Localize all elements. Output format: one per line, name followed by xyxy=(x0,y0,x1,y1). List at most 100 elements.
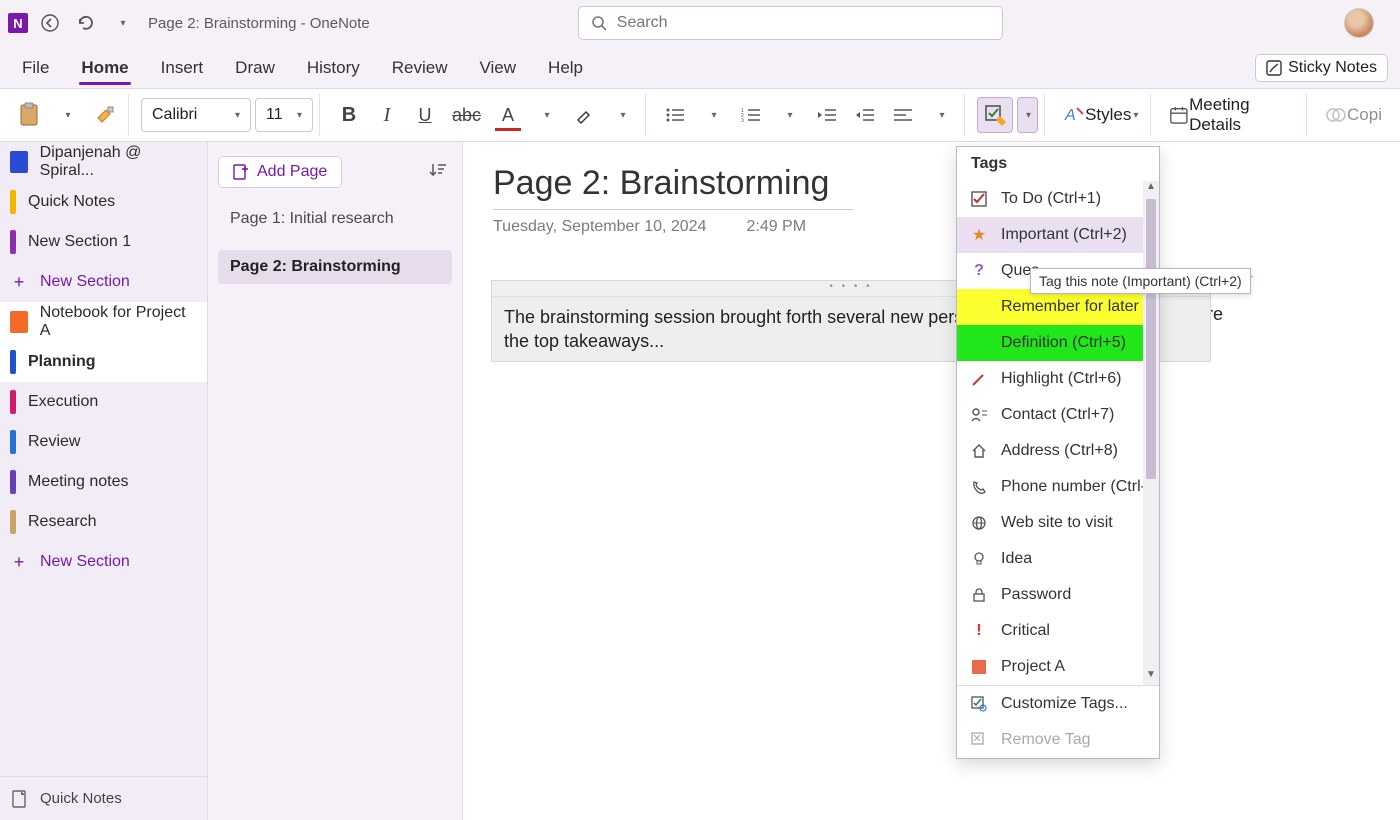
new-section-button-2[interactable]: + New Section xyxy=(0,542,207,582)
tag-address[interactable]: Address (Ctrl+8) xyxy=(957,433,1159,469)
tab-file[interactable]: File xyxy=(6,50,65,88)
clipboard-icon xyxy=(18,102,40,128)
tags-dropdown-popup: Tags To Do (Ctrl+1) ★Important (Ctrl+2) … xyxy=(956,146,1160,759)
undo-button[interactable] xyxy=(72,9,100,37)
customize-tags[interactable]: Customize Tags... xyxy=(957,686,1159,722)
tab-draw[interactable]: Draw xyxy=(219,50,291,88)
copilot-button[interactable]: Copi xyxy=(1319,97,1388,133)
tab-home[interactable]: Home xyxy=(65,50,144,88)
customize-icon xyxy=(969,694,989,714)
bold-button[interactable]: B xyxy=(332,97,366,133)
notebook-icon xyxy=(10,311,28,333)
format-painter-button[interactable] xyxy=(88,97,122,133)
tag-label: Critical xyxy=(1001,622,1050,640)
section-quick-notes[interactable]: Quick Notes xyxy=(0,182,207,222)
scroll-up-icon[interactable]: ▲ xyxy=(1146,181,1156,197)
font-color-dropdown[interactable]: ▾ xyxy=(529,97,563,133)
user-avatar[interactable] xyxy=(1344,8,1374,38)
tags-button[interactable] xyxy=(977,97,1013,133)
tag-critical[interactable]: !Critical xyxy=(957,613,1159,649)
italic-button[interactable]: I xyxy=(370,97,404,133)
page-canvas[interactable]: Page 2: Brainstorming Tuesday, September… xyxy=(463,142,1400,820)
sort-pages-button[interactable] xyxy=(424,156,452,184)
section-review[interactable]: Review xyxy=(0,422,207,462)
copilot-label: Copi xyxy=(1347,105,1382,125)
page-icon xyxy=(12,790,28,808)
search-box[interactable] xyxy=(578,6,1003,40)
back-button[interactable] xyxy=(36,9,64,37)
section-planning[interactable]: Planning xyxy=(0,342,207,382)
notebook-project-a[interactable]: Notebook for Project A xyxy=(0,302,207,342)
tag-definition[interactable]: Definition (Ctrl+5) xyxy=(957,325,1159,361)
font-size-select[interactable]: 11▾ xyxy=(255,98,313,132)
section-label: Quick Notes xyxy=(28,193,115,211)
font-name-select[interactable]: Calibri▾ xyxy=(141,98,251,132)
account-notebook[interactable]: Dipanjenah @ Spiral... xyxy=(0,142,207,182)
page-title[interactable]: Page 2: Brainstorming xyxy=(493,164,1370,203)
tags-dropdown[interactable]: ▾ xyxy=(1017,97,1038,133)
tag-remember[interactable]: Remember for later xyxy=(957,289,1159,325)
tag-highlight[interactable]: Highlight (Ctrl+6) xyxy=(957,361,1159,397)
tags-scrollbar[interactable]: ▲ ▼ xyxy=(1143,181,1159,685)
tab-help[interactable]: Help xyxy=(532,50,599,88)
tag-phone[interactable]: Phone number (Ctrl- xyxy=(957,469,1159,505)
highlight-button[interactable] xyxy=(567,97,601,133)
tag-important[interactable]: ★Important (Ctrl+2) xyxy=(957,217,1159,253)
page-item-2[interactable]: Page 2: Brainstorming xyxy=(218,250,452,284)
page-time: 2:49 PM xyxy=(746,218,806,236)
search-input[interactable] xyxy=(617,14,990,32)
align-dropdown[interactable]: ▾ xyxy=(924,97,958,133)
section-execution[interactable]: Execution xyxy=(0,382,207,422)
styles-icon: A xyxy=(1063,104,1085,126)
numbering-button[interactable]: 123 xyxy=(734,97,768,133)
tags-scroll-area: To Do (Ctrl+1) ★Important (Ctrl+2) ?Ques… xyxy=(957,181,1159,685)
tag-idea[interactable]: Idea xyxy=(957,541,1159,577)
square-icon xyxy=(969,657,989,677)
meeting-details-button[interactable]: Meeting Details xyxy=(1163,97,1300,133)
tag-label: Project A xyxy=(1001,658,1065,676)
quick-notes-footer[interactable]: Quick Notes xyxy=(0,776,207,820)
tag-website[interactable]: Web site to visit xyxy=(957,505,1159,541)
customize-label: Customize Tags... xyxy=(1001,695,1128,713)
qat-customize-button[interactable]: ▾ xyxy=(108,9,136,37)
numbering-dropdown[interactable]: ▾ xyxy=(772,97,806,133)
bullets-dropdown[interactable]: ▾ xyxy=(696,97,730,133)
page-list-panel: Add Page Page 1: Initial research Page 2… xyxy=(208,142,463,820)
add-page-button[interactable]: Add Page xyxy=(218,156,342,188)
outdent-icon xyxy=(817,107,837,123)
section-new-section-1[interactable]: New Section 1 xyxy=(0,222,207,262)
paste-button[interactable] xyxy=(12,97,46,133)
scroll-down-icon[interactable]: ▼ xyxy=(1146,669,1156,685)
outdent-button[interactable] xyxy=(810,97,844,133)
tag-todo[interactable]: To Do (Ctrl+1) xyxy=(957,181,1159,217)
align-button[interactable] xyxy=(886,97,920,133)
tag-label: Important (Ctrl+2) xyxy=(1001,226,1127,244)
sticky-notes-button[interactable]: Sticky Notes xyxy=(1255,54,1388,82)
tab-review[interactable]: Review xyxy=(376,50,464,88)
section-color xyxy=(10,510,16,534)
tab-insert[interactable]: Insert xyxy=(145,50,220,88)
tag-password[interactable]: Password xyxy=(957,577,1159,613)
scroll-thumb[interactable] xyxy=(1146,199,1156,479)
search-icon xyxy=(591,15,607,31)
indent-button[interactable] xyxy=(848,97,882,133)
add-page-label: Add Page xyxy=(257,163,327,181)
underline-button[interactable]: U xyxy=(408,97,442,133)
strikethrough-button[interactable]: abc xyxy=(446,97,487,133)
sticky-notes-label: Sticky Notes xyxy=(1288,59,1377,77)
ribbon: ▾ Calibri▾ 11▾ B I U abc A ▾ ▾ ▾ 123 ▾ ▾… xyxy=(0,88,1400,142)
page-item-1[interactable]: Page 1: Initial research xyxy=(218,202,452,236)
new-section-button[interactable]: + New Section xyxy=(0,262,207,302)
tag-label: Idea xyxy=(1001,550,1032,568)
section-meeting-notes[interactable]: Meeting notes xyxy=(0,462,207,502)
tag-contact[interactable]: Contact (Ctrl+7) xyxy=(957,397,1159,433)
tab-view[interactable]: View xyxy=(464,50,533,88)
highlight-dropdown[interactable]: ▾ xyxy=(605,97,639,133)
font-color-button[interactable]: A xyxy=(491,97,525,133)
paste-dropdown[interactable]: ▾ xyxy=(50,97,84,133)
tab-history[interactable]: History xyxy=(291,50,376,88)
section-research[interactable]: Research xyxy=(0,502,207,542)
bullets-button[interactable] xyxy=(658,97,692,133)
styles-button[interactable]: A Styles▾ xyxy=(1057,97,1144,133)
tag-project-a[interactable]: Project A xyxy=(957,649,1159,685)
